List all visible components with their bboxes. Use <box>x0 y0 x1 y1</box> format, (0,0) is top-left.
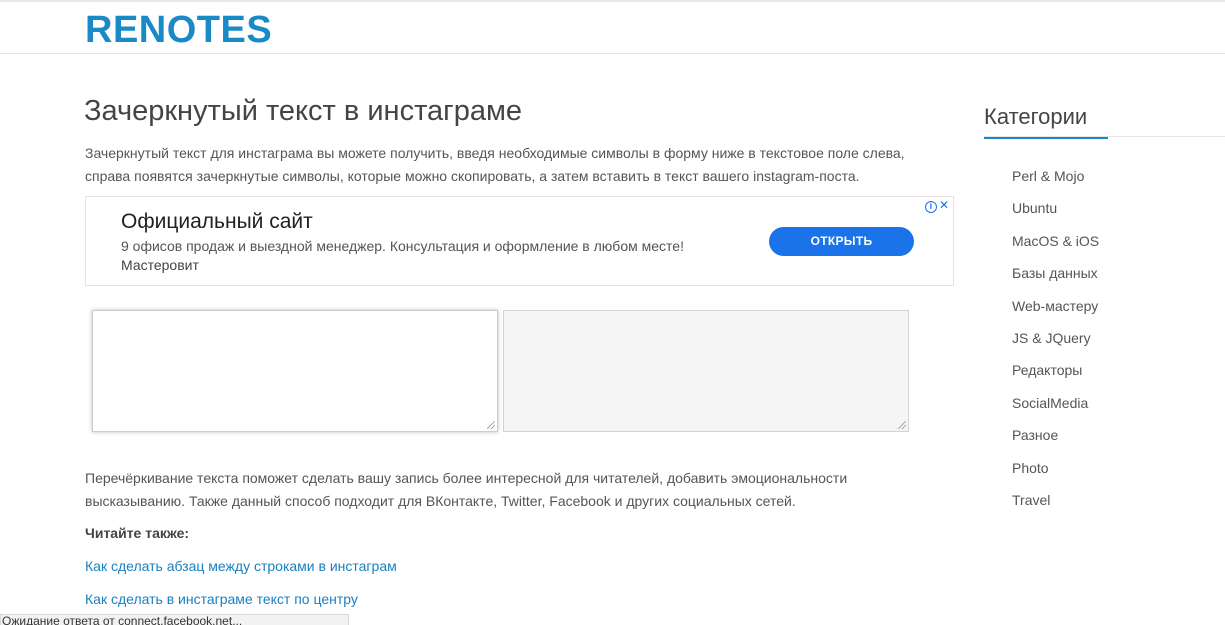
category-item[interactable]: Web-мастеру <box>1012 297 1099 329</box>
ad-open-button[interactable]: ОТКРЫТЬ <box>769 227 914 256</box>
category-link-macos-ios[interactable]: MacOS & iOS <box>1012 233 1099 249</box>
category-item[interactable]: Photo <box>1012 459 1099 491</box>
category-link-travel[interactable]: Travel <box>1012 492 1050 508</box>
intro-text: Зачеркнутый текст для инстаграма вы може… <box>85 145 905 184</box>
category-item[interactable]: MacOS & iOS <box>1012 232 1099 264</box>
category-link-perl-mojo[interactable]: Perl & Mojo <box>1012 168 1084 184</box>
ad-banner[interactable]: i ✕ Официальный сайт 9 офисов продаж и вы… <box>85 196 954 286</box>
source-text-input[interactable] <box>92 310 498 432</box>
sidebar: Категории Perl & Mojo Ubuntu MacOS & iOS… <box>984 99 1225 508</box>
category-item[interactable]: Разное <box>1012 426 1099 458</box>
category-link-databases[interactable]: Базы данных <box>1012 265 1098 281</box>
read-also-label: Читайте также: <box>85 525 190 541</box>
body-text: Перечёркивание текста поможет сделать ва… <box>85 470 848 509</box>
category-item[interactable]: JS & JQuery <box>1012 329 1099 361</box>
site-header: RENOTES <box>0 2 1225 54</box>
close-icon[interactable]: ✕ <box>939 198 949 212</box>
ad-advertiser: Мастеровит <box>121 257 199 273</box>
sidebar-title: Категории <box>984 103 1108 139</box>
site-logo[interactable]: RENOTES <box>85 8 272 52</box>
category-item[interactable]: Ubuntu <box>1012 199 1099 231</box>
category-item[interactable]: Базы данных <box>1012 264 1099 296</box>
related-link[interactable]: Как сделать абзац между строками в инста… <box>85 557 397 575</box>
category-link-socialmedia[interactable]: SocialMedia <box>1012 395 1088 411</box>
page-title: Зачеркнутый текст в инстаграме <box>84 95 523 127</box>
sidebar-header: Категории <box>984 99 1225 139</box>
category-item[interactable]: Редакторы <box>1012 361 1099 393</box>
related-link[interactable]: Как сделать в инстаграме текст по центру <box>85 590 358 608</box>
category-link-editors[interactable]: Редакторы <box>1012 362 1082 378</box>
resize-handle-icon[interactable] <box>898 421 906 429</box>
ad-description: 9 офисов продаж и выездной менеджер. Кон… <box>121 238 684 254</box>
category-link-ubuntu[interactable]: Ubuntu <box>1012 200 1057 216</box>
category-link-misc[interactable]: Разное <box>1012 427 1058 443</box>
browser-status-bar: Ожидание ответа от connect.facebook.net.… <box>0 614 349 625</box>
category-link-photo[interactable]: Photo <box>1012 460 1049 476</box>
category-link-js-jquery[interactable]: JS & JQuery <box>1012 330 1091 346</box>
resize-handle-icon[interactable] <box>487 421 495 429</box>
category-item[interactable]: Perl & Mojo <box>1012 167 1099 199</box>
category-item[interactable]: SocialMedia <box>1012 394 1099 426</box>
ad-choices[interactable]: i ✕ <box>923 198 949 213</box>
category-item[interactable]: Travel <box>1012 491 1099 523</box>
info-icon[interactable]: i <box>924 201 937 213</box>
ad-title[interactable]: Официальный сайт <box>121 209 313 235</box>
strikethrough-output[interactable] <box>503 310 909 432</box>
category-list: Perl & Mojo Ubuntu MacOS & iOS Базы данн… <box>1012 167 1099 523</box>
category-link-webmaster[interactable]: Web-мастеру <box>1012 298 1098 314</box>
